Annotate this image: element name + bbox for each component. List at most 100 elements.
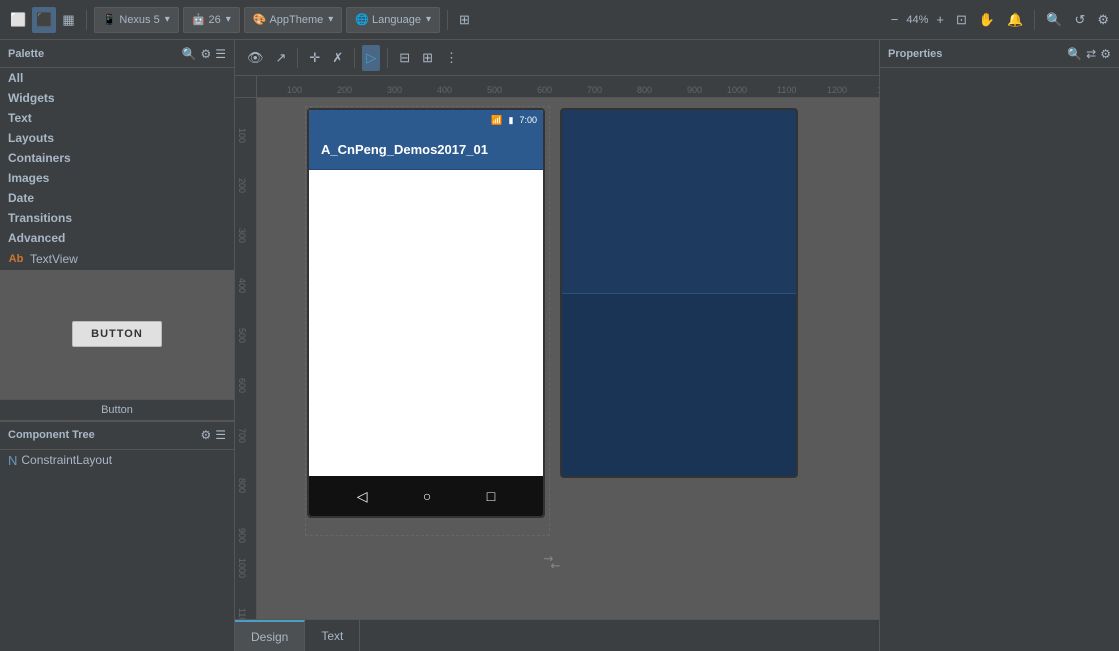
h-mark-500: 500: [487, 85, 502, 95]
zoom-out-btn[interactable]: −: [887, 7, 903, 33]
design-align2-btn[interactable]: ⊞: [418, 45, 437, 71]
palette-cat-layouts[interactable]: Layouts: [0, 128, 234, 148]
nav-home-btn[interactable]: ○: [423, 488, 431, 504]
zoom-fit-btn[interactable]: ⊡: [952, 7, 971, 33]
palette-title: Palette: [8, 48, 44, 60]
bell-btn[interactable]: 🔔: [1003, 7, 1027, 33]
status-wifi-icon: 📶: [491, 115, 502, 126]
view-mode-2-btn[interactable]: ⬛: [32, 7, 56, 33]
palette-item-textview[interactable]: Ab TextView: [0, 248, 234, 270]
palette-cat-widgets[interactable]: Widgets: [0, 88, 234, 108]
zoom-percent-label: 44%: [906, 14, 928, 26]
sep2: [447, 10, 448, 30]
tree-list-btn[interactable]: ☰: [215, 428, 226, 442]
sep3: [1034, 10, 1035, 30]
component-tree-section: Component Tree ⚙ ☰ N ConstraintLayout: [0, 421, 234, 651]
design-cross-btn[interactable]: ✛: [305, 45, 324, 71]
v-mark-800: 800: [237, 478, 247, 493]
palette-cat-images[interactable]: Images: [0, 168, 234, 188]
layout-btn[interactable]: ⊞: [455, 7, 474, 33]
h-mark-300: 300: [387, 85, 402, 95]
design-eye-btn[interactable]: 👁: [243, 45, 268, 71]
design-select-btn[interactable]: ▷: [362, 45, 380, 71]
api-dropdown[interactable]: 🤖 26: [183, 7, 240, 33]
prop-settings-btn[interactable]: ⚙: [1093, 7, 1113, 33]
tab-text-label: Text: [321, 629, 343, 643]
tab-text[interactable]: Text: [305, 620, 360, 651]
palette-cat-advanced[interactable]: Advanced: [0, 228, 234, 248]
ruler-content-row: 100 200 300 400 500 600 700 800 900 1000…: [235, 98, 879, 619]
props-arrows-btn[interactable]: ⇄: [1086, 47, 1096, 61]
v-ruler: 100 200 300 400 500 600 700 800 900 1000…: [235, 98, 257, 619]
status-time: 7:00: [519, 115, 537, 125]
palette-cat-date[interactable]: Date: [0, 188, 234, 208]
v-mark-700: 700: [237, 428, 247, 443]
v-mark-500: 500: [237, 328, 247, 343]
design-cursor-btn[interactable]: ↗: [272, 45, 291, 71]
refresh-btn[interactable]: ↺: [1070, 7, 1089, 33]
tree-item-constraintlayout[interactable]: N ConstraintLayout: [0, 450, 234, 471]
v-mark-1000: 1000: [237, 558, 247, 578]
ruler-corner: [235, 76, 257, 98]
props-search-btn[interactable]: 🔍: [1067, 47, 1082, 61]
cat-date-label: Date: [8, 191, 34, 205]
tab-design[interactable]: Design: [235, 620, 305, 651]
nav-recent-btn[interactable]: □: [487, 488, 495, 504]
design-sep1: [297, 48, 298, 68]
palette-cat-containers[interactable]: Containers: [0, 148, 234, 168]
palette-cat-text[interactable]: Text: [0, 108, 234, 128]
language-label: Language: [372, 14, 421, 26]
design-more-btn[interactable]: ⋮: [441, 45, 462, 71]
preview-button: BUTTON: [72, 321, 162, 347]
cat-layouts-label: Layouts: [8, 131, 54, 145]
h-ruler: 100 200 300 400 500 600 700 800 900 1000: [257, 76, 879, 98]
component-tree-icons: ⚙ ☰: [200, 428, 226, 442]
component-tree-list: N ConstraintLayout: [0, 450, 234, 651]
properties-header: Properties 🔍 ⇄ ⚙: [880, 40, 1119, 68]
tree-settings-btn[interactable]: ⚙: [200, 428, 211, 442]
nav-back-btn[interactable]: ◁: [357, 488, 368, 505]
component-tree-title: Component Tree: [8, 429, 95, 441]
palette-list-btn[interactable]: ☰: [215, 47, 226, 61]
search-btn[interactable]: 🔍: [1042, 7, 1066, 33]
top-toolbar: ⬜ ⬛ ▦ 📱 Nexus 5 🤖 26 🎨 AppTheme 🌐 Langua…: [0, 0, 1119, 40]
view-mode-3-btn[interactable]: ▦: [58, 7, 78, 33]
api-label: 26: [208, 14, 220, 26]
status-signal-icon: ▮: [509, 115, 514, 126]
theme-dropdown[interactable]: 🎨 AppTheme: [244, 7, 343, 33]
cat-transitions-label: Transitions: [8, 211, 72, 225]
component-tree-header: Component Tree ⚙ ☰: [0, 422, 234, 450]
cat-containers-label: Containers: [8, 151, 71, 165]
resize-handle[interactable]: ↗↙: [540, 550, 564, 574]
design-sep3: [387, 48, 388, 68]
bottom-tabs: Design Text: [235, 619, 879, 651]
device-dropdown[interactable]: 📱 Nexus 5: [94, 7, 179, 33]
pan-btn[interactable]: ✋: [975, 7, 999, 33]
view-mode-1-btn[interactable]: ⬜: [6, 7, 30, 33]
cat-advanced-label: Advanced: [8, 231, 65, 245]
v-mark-300: 300: [237, 228, 247, 243]
v-mark-400: 400: [237, 278, 247, 293]
props-settings-btn[interactable]: ⚙: [1100, 47, 1111, 61]
design-align1-btn[interactable]: ⊟: [395, 45, 414, 71]
sep1: [86, 10, 87, 30]
canvas-bg[interactable]: 📶 ▮ 7:00 A_CnPeng_Demos2017_01: [257, 98, 879, 619]
palette-cat-all[interactable]: All: [0, 68, 234, 88]
palette-search-btn[interactable]: 🔍: [182, 47, 197, 61]
fragment-top: [562, 110, 796, 293]
app-container: ⬜ ⬛ ▦ 📱 Nexus 5 🤖 26 🎨 AppTheme 🌐 Langua…: [0, 0, 1119, 651]
design-x-btn[interactable]: ✗: [328, 45, 347, 71]
textview-icon: Ab: [8, 251, 24, 267]
preview-label-text: Button: [101, 404, 133, 416]
phone-nav-bar: ◁ ○ □: [309, 476, 543, 516]
palette-settings-btn[interactable]: ⚙: [200, 47, 211, 61]
palette-header-icons: 🔍 ⚙ ☰: [182, 47, 226, 61]
h-mark-1300: 1300: [877, 85, 879, 95]
language-dropdown[interactable]: 🌐 Language: [346, 7, 440, 33]
palette-cat-transitions[interactable]: Transitions: [0, 208, 234, 228]
zoom-in-btn[interactable]: +: [932, 7, 948, 33]
preview-area: BUTTON: [0, 270, 234, 400]
palette-section: Palette 🔍 ⚙ ☰ All Widgets: [0, 40, 234, 270]
v-mark-1100: 1100: [237, 608, 247, 619]
device-phone[interactable]: 📶 ▮ 7:00 A_CnPeng_Demos2017_01: [307, 108, 545, 518]
